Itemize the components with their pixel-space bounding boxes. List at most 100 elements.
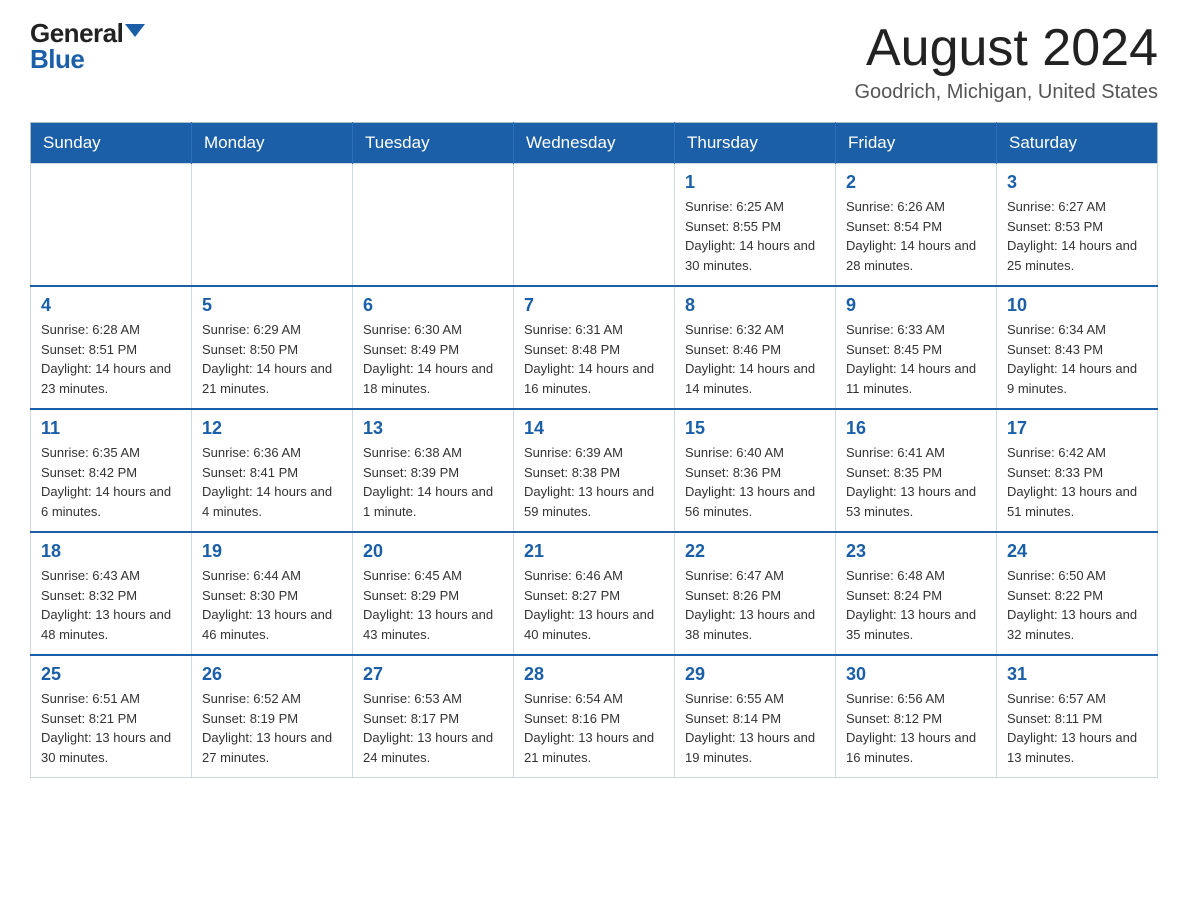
day-info: Sunrise: 6:55 AMSunset: 8:14 PMDaylight:… — [685, 689, 825, 767]
page-header: General Blue August 2024 Goodrich, Michi… — [30, 20, 1158, 104]
logo-general-text: General — [30, 20, 123, 46]
day-number: 31 — [1007, 664, 1147, 685]
day-number: 11 — [41, 418, 181, 439]
calendar-week-4: 18 Sunrise: 6:43 AMSunset: 8:32 PMDayligh… — [31, 532, 1158, 655]
day-info: Sunrise: 6:39 AMSunset: 8:38 PMDaylight:… — [524, 443, 664, 521]
day-number: 13 — [363, 418, 503, 439]
calendar-table: SundayMondayTuesdayWednesdayThursdayFrid… — [30, 122, 1158, 778]
day-info: Sunrise: 6:26 AMSunset: 8:54 PMDaylight:… — [846, 197, 986, 275]
day-info: Sunrise: 6:41 AMSunset: 8:35 PMDaylight:… — [846, 443, 986, 521]
calendar-cell — [353, 164, 514, 287]
day-number: 27 — [363, 664, 503, 685]
day-number: 3 — [1007, 172, 1147, 193]
calendar-cell: 15Sunrise: 6:40 AMSunset: 8:36 PMDayligh… — [675, 409, 836, 532]
day-number: 10 — [1007, 295, 1147, 316]
calendar-week-1: 1Sunrise: 6:25 AMSunset: 8:55 PMDaylight… — [31, 164, 1158, 287]
header-day-wednesday: Wednesday — [514, 123, 675, 164]
day-info: Sunrise: 6:27 AMSunset: 8:53 PMDaylight:… — [1007, 197, 1147, 275]
calendar-cell: 7Sunrise: 6:31 AMSunset: 8:48 PMDaylight… — [514, 286, 675, 409]
day-info: Sunrise: 6:30 AMSunset: 8:49 PMDaylight:… — [363, 320, 503, 398]
calendar-cell: 29 Sunrise: 6:55 AMSunset: 8:14 PMDayligh… — [675, 655, 836, 778]
day-number: 21 — [524, 541, 664, 562]
header-day-monday: Monday — [192, 123, 353, 164]
page-subtitle: Goodrich, Michigan, United States — [855, 81, 1159, 104]
title-block: August 2024 Goodrich, Michigan, United S… — [855, 20, 1159, 104]
calendar-cell — [31, 164, 192, 287]
day-info: Sunrise: 6:34 AMSunset: 8:43 PMDaylight:… — [1007, 320, 1147, 398]
page-title: August 2024 — [855, 20, 1159, 77]
calendar-cell: 25Sunrise: 6:51 AMSunset: 8:21 PMDayligh… — [31, 655, 192, 778]
calendar-cell: 2 Sunrise: 6:26 AMSunset: 8:54 PMDaylight… — [836, 164, 997, 287]
day-info: Sunrise: 6:40 AMSunset: 8:36 PMDaylight:… — [685, 443, 825, 521]
day-info: Sunrise: 6:33 AMSunset: 8:45 PMDaylight:… — [846, 320, 986, 398]
day-number: 23 — [846, 541, 986, 562]
day-number: 18 — [41, 541, 181, 562]
calendar-cell: 22 Sunrise: 6:47 AMSunset: 8:26 PMDayligh… — [675, 532, 836, 655]
calendar-cell: 26Sunrise: 6:52 AMSunset: 8:19 PMDayligh… — [192, 655, 353, 778]
day-info: Sunrise: 6:31 AMSunset: 8:48 PMDaylight:… — [524, 320, 664, 398]
calendar-cell: 6 Sunrise: 6:30 AMSunset: 8:49 PMDaylight… — [353, 286, 514, 409]
day-info: Sunrise: 6:35 AMSunset: 8:42 PMDaylight:… — [41, 443, 181, 521]
day-number: 9 — [846, 295, 986, 316]
header-day-thursday: Thursday — [675, 123, 836, 164]
calendar-cell: 17Sunrise: 6:42 AMSunset: 8:33 PMDayligh… — [997, 409, 1158, 532]
day-info: Sunrise: 6:45 AMSunset: 8:29 PMDaylight:… — [363, 566, 503, 644]
header-day-sunday: Sunday — [31, 123, 192, 164]
day-info: Sunrise: 6:32 AMSunset: 8:46 PMDaylight:… — [685, 320, 825, 398]
day-number: 29 — [685, 664, 825, 685]
day-number: 6 — [363, 295, 503, 316]
day-number: 20 — [363, 541, 503, 562]
day-number: 28 — [524, 664, 664, 685]
day-info: Sunrise: 6:36 AMSunset: 8:41 PMDaylight:… — [202, 443, 342, 521]
day-number: 1 — [685, 172, 825, 193]
calendar-cell: 9 Sunrise: 6:33 AMSunset: 8:45 PMDaylight… — [836, 286, 997, 409]
calendar-cell: 30 Sunrise: 6:56 AMSunset: 8:12 PMDayligh… — [836, 655, 997, 778]
day-info: Sunrise: 6:47 AMSunset: 8:26 PMDaylight:… — [685, 566, 825, 644]
calendar-cell — [192, 164, 353, 287]
calendar-cell: 23 Sunrise: 6:48 AMSunset: 8:24 PMDayligh… — [836, 532, 997, 655]
header-day-tuesday: Tuesday — [353, 123, 514, 164]
day-info: Sunrise: 6:57 AMSunset: 8:11 PMDaylight:… — [1007, 689, 1147, 767]
calendar-cell: 20 Sunrise: 6:45 AMSunset: 8:29 PMDayligh… — [353, 532, 514, 655]
calendar-cell: 12 Sunrise: 6:36 AMSunset: 8:41 PMDayligh… — [192, 409, 353, 532]
calendar-cell: 14 Sunrise: 6:39 AMSunset: 8:38 PMDayligh… — [514, 409, 675, 532]
day-info: Sunrise: 6:53 AMSunset: 8:17 PMDaylight:… — [363, 689, 503, 767]
calendar-cell: 31 Sunrise: 6:57 AMSunset: 8:11 PMDayligh… — [997, 655, 1158, 778]
day-number: 24 — [1007, 541, 1147, 562]
calendar-cell: 18 Sunrise: 6:43 AMSunset: 8:32 PMDayligh… — [31, 532, 192, 655]
calendar-cell: 11 Sunrise: 6:35 AMSunset: 8:42 PMDayligh… — [31, 409, 192, 532]
logo: General Blue — [30, 20, 145, 72]
calendar-header: SundayMondayTuesdayWednesdayThursdayFrid… — [31, 123, 1158, 164]
day-number: 14 — [524, 418, 664, 439]
day-info: Sunrise: 6:29 AMSunset: 8:50 PMDaylight:… — [202, 320, 342, 398]
calendar-week-5: 25Sunrise: 6:51 AMSunset: 8:21 PMDayligh… — [31, 655, 1158, 778]
day-number: 12 — [202, 418, 342, 439]
day-info: Sunrise: 6:56 AMSunset: 8:12 PMDaylight:… — [846, 689, 986, 767]
header-day-friday: Friday — [836, 123, 997, 164]
day-number: 22 — [685, 541, 825, 562]
calendar-cell: 8 Sunrise: 6:32 AMSunset: 8:46 PMDaylight… — [675, 286, 836, 409]
calendar-cell: 21Sunrise: 6:46 AMSunset: 8:27 PMDayligh… — [514, 532, 675, 655]
day-number: 17 — [1007, 418, 1147, 439]
calendar-cell: 4Sunrise: 6:28 AMSunset: 8:51 PMDaylight… — [31, 286, 192, 409]
day-info: Sunrise: 6:43 AMSunset: 8:32 PMDaylight:… — [41, 566, 181, 644]
calendar-week-3: 11 Sunrise: 6:35 AMSunset: 8:42 PMDayligh… — [31, 409, 1158, 532]
calendar-cell: 28 Sunrise: 6:54 AMSunset: 8:16 PMDayligh… — [514, 655, 675, 778]
calendar-cell: 3 Sunrise: 6:27 AMSunset: 8:53 PMDaylight… — [997, 164, 1158, 287]
day-number: 8 — [685, 295, 825, 316]
day-number: 16 — [846, 418, 986, 439]
day-number: 19 — [202, 541, 342, 562]
day-info: Sunrise: 6:51 AMSunset: 8:21 PMDaylight:… — [41, 689, 181, 767]
calendar-cell: 1Sunrise: 6:25 AMSunset: 8:55 PMDaylight… — [675, 164, 836, 287]
day-number: 5 — [202, 295, 342, 316]
day-info: Sunrise: 6:38 AMSunset: 8:39 PMDaylight:… — [363, 443, 503, 521]
day-number: 2 — [846, 172, 986, 193]
calendar-cell: 24 Sunrise: 6:50 AMSunset: 8:22 PMDayligh… — [997, 532, 1158, 655]
day-number: 30 — [846, 664, 986, 685]
day-info: Sunrise: 6:54 AMSunset: 8:16 PMDaylight:… — [524, 689, 664, 767]
day-info: Sunrise: 6:44 AMSunset: 8:30 PMDaylight:… — [202, 566, 342, 644]
day-info: Sunrise: 6:50 AMSunset: 8:22 PMDaylight:… — [1007, 566, 1147, 644]
calendar-cell: 19 Sunrise: 6:44 AMSunset: 8:30 PMDayligh… — [192, 532, 353, 655]
calendar-cell: 27 Sunrise: 6:53 AMSunset: 8:17 PMDayligh… — [353, 655, 514, 778]
day-info: Sunrise: 6:48 AMSunset: 8:24 PMDaylight:… — [846, 566, 986, 644]
